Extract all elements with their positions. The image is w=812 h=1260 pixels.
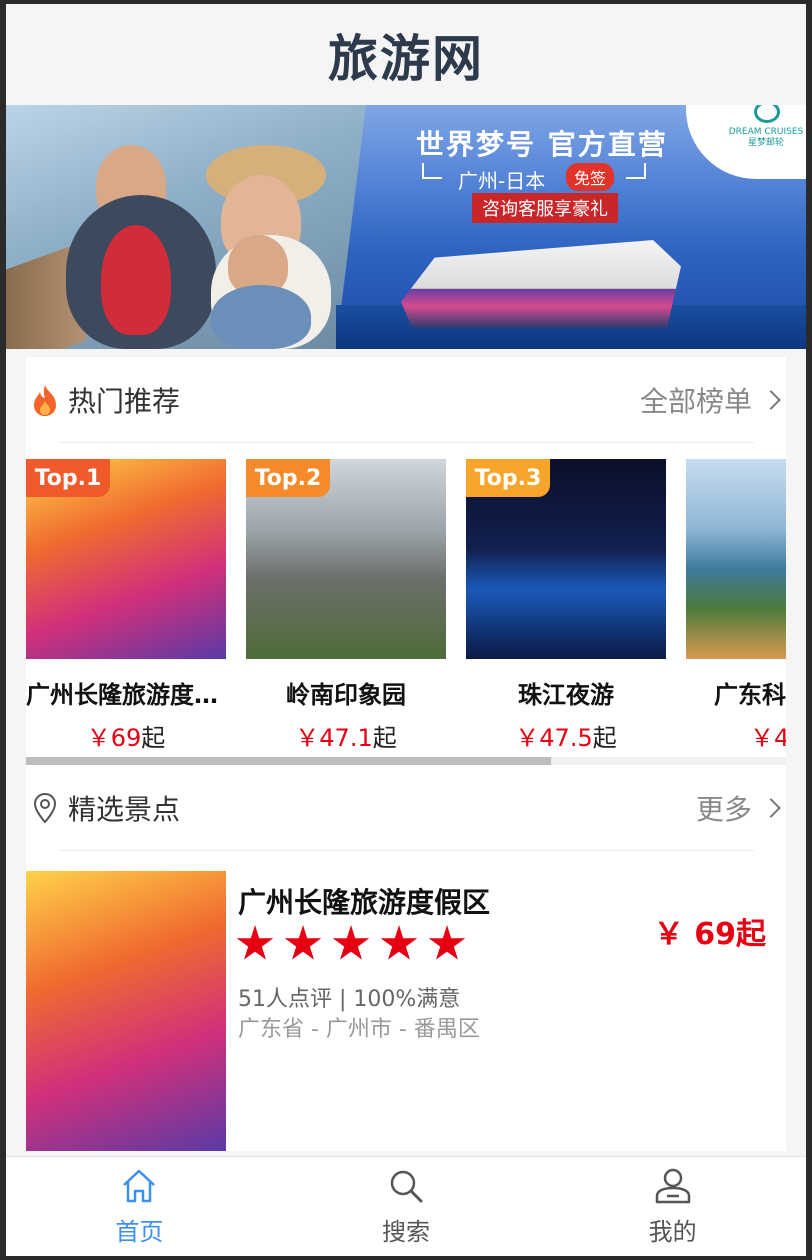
- tab-profile[interactable]: 我的: [539, 1157, 806, 1256]
- bracket-right: [626, 163, 646, 179]
- hot-item-name: 广东科: [714, 681, 786, 709]
- star-icon: [284, 925, 322, 960]
- app-header: 旅游网: [6, 4, 806, 105]
- promo-banner[interactable]: 世界梦号 官方直营 广州-日本 免签 咨询客服享豪礼 DREAM CRUISES…: [6, 105, 806, 349]
- banner-headline: 世界梦号 官方直营: [416, 128, 668, 161]
- user-icon: [655, 1168, 690, 1204]
- search-icon: [390, 1170, 423, 1203]
- star-icon: [332, 925, 370, 960]
- tab-home[interactable]: 首页: [6, 1157, 273, 1256]
- family-photo: [6, 105, 366, 349]
- hot-item-price: ￥47.1起: [295, 724, 397, 752]
- star-icon: [380, 925, 418, 960]
- featured-item-image: [26, 871, 226, 1151]
- featured-item-card[interactable]: 广州长隆旅游度假区 51人点评 | 100%满意 广东省 - 广州市 - 番禺区…: [26, 851, 786, 1151]
- location-pin-icon: [33, 792, 57, 824]
- bottom-tab-bar: 首页 搜索 我的: [6, 1156, 806, 1256]
- star-icon: [428, 925, 466, 960]
- hot-item-changlong[interactable]: Top.1 广州长隆旅游度假区 ￥69起: [26, 459, 226, 753]
- page-title: 旅游网: [328, 29, 484, 88]
- hot-item-name: 广州长隆旅游度假区: [26, 681, 226, 709]
- hot-item-price: ￥47.5起: [515, 724, 617, 752]
- changlong-image: Top.1: [26, 459, 226, 659]
- hot-carousel[interactable]: Top.1 广州长隆旅游度假区 ￥69起 Top.2 岭南印象园 ￥47.1起 …: [26, 443, 786, 765]
- app-screen: 旅游网 世界梦号 官方直营 广州-日本 免签 咨询客服享豪礼 DREAM CRU…: [6, 4, 806, 1256]
- fire-icon: [34, 385, 56, 416]
- tab-search[interactable]: 搜索: [273, 1157, 540, 1256]
- star-rating: [236, 925, 466, 963]
- hot-item-night-cruise[interactable]: Top.3 珠江夜游 ￥47.5起: [466, 459, 666, 753]
- hot-section-title: 热门推荐: [68, 385, 181, 418]
- rank-badge: Top.3: [466, 459, 550, 497]
- featured-section-title: 精选景点: [68, 793, 181, 826]
- featured-section-header: 精选景点 更多: [26, 765, 786, 851]
- chevron-right-icon: [761, 798, 781, 818]
- bracket-left: [422, 163, 442, 179]
- rank-badge: Top.2: [246, 459, 330, 497]
- banner-consult: 咨询客服享豪礼: [472, 193, 618, 223]
- more-link[interactable]: 更多: [696, 788, 781, 828]
- visa-free-badge: 免签: [566, 163, 615, 191]
- banner-route: 广州-日本: [458, 169, 546, 193]
- night-cruise-image: Top.3: [466, 459, 666, 659]
- hot-section-header: 热门推荐 全部榜单: [26, 357, 786, 443]
- hot-item-price: ￥4: [750, 724, 786, 752]
- scrollbar-thumb[interactable]: [26, 757, 551, 765]
- featured-item-price: ￥ 69起: [653, 917, 766, 952]
- brand-mark-icon: [754, 105, 780, 123]
- chevron-right-icon: [761, 390, 781, 410]
- hot-item-partial[interactable]: 广东科 ￥4: [686, 459, 786, 753]
- rank-badge: Top.1: [26, 459, 110, 497]
- hot-item-name: 珠江夜游: [518, 681, 614, 709]
- hot-item-name: 岭南印象园: [286, 681, 406, 709]
- featured-item-name: 广州长隆旅游度假区: [238, 886, 491, 919]
- hot-item-lingnan[interactable]: Top.2 岭南印象园 ￥47.1起: [246, 459, 446, 753]
- home-icon: [123, 1169, 156, 1203]
- horizontal-scrollbar[interactable]: [26, 757, 786, 765]
- lingnan-image: Top.2: [246, 459, 446, 659]
- star-icon: [236, 925, 274, 960]
- location-text: 广东省 - 广州市 - 番禺区: [238, 1017, 480, 1042]
- hot-item-price: ￥69起: [86, 724, 166, 752]
- all-rankings-link[interactable]: 全部榜单: [640, 380, 781, 420]
- review-summary: 51人点评 | 100%满意: [238, 987, 461, 1012]
- lake-image: [686, 459, 786, 659]
